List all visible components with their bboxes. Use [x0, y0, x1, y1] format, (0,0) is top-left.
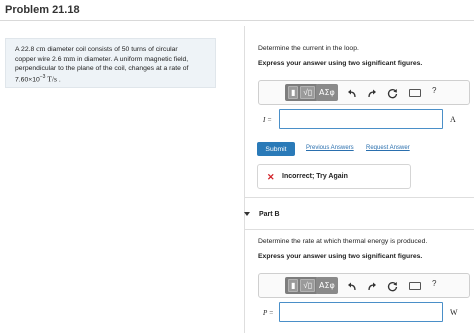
current-unit-label: A [450, 115, 456, 124]
feedback-box: ✕ Incorrect; Try Again [257, 164, 411, 189]
problem-line-3: perpendicular to the plane of the coil, … [15, 65, 189, 72]
template-button-group[interactable]: ▮ √▯ [285, 277, 319, 294]
template-icon[interactable]: ▮ [288, 279, 299, 292]
submit-button[interactable]: Submit [257, 142, 295, 156]
keyboard-icon[interactable] [409, 89, 421, 97]
power-variable-label: P = [263, 309, 274, 317]
column-divider [244, 26, 245, 333]
problem-line-2: copper wire 2.6 mm in diameter. A unifor… [15, 54, 189, 63]
title-divider [0, 20, 474, 21]
undo-arrow-icon[interactable] [345, 279, 359, 293]
part-b-divider-top [245, 197, 474, 198]
redo-arrow-icon[interactable] [365, 86, 379, 100]
power-unit-label: W [450, 308, 458, 317]
reset-icon[interactable] [385, 86, 399, 100]
part-b-instruction: Express your answer using two significan… [258, 253, 423, 260]
keyboard-icon[interactable] [409, 282, 421, 290]
problem-line-1: A 22.8 cm diameter coil consists of 50 t… [15, 44, 178, 53]
part-a-instruction: Express your answer using two significan… [258, 60, 423, 67]
feedback-text: Incorrect; Try Again [282, 173, 348, 180]
part-a-question: Determine the current in the loop. [258, 45, 359, 52]
help-icon[interactable]: ? [432, 86, 436, 95]
template-icon[interactable]: ▮ [288, 86, 299, 99]
sqrt-icon[interactable]: √▯ [300, 86, 316, 99]
help-icon[interactable]: ? [432, 279, 436, 288]
sqrt-icon[interactable]: √▯ [300, 279, 316, 292]
power-answer-input[interactable] [279, 302, 443, 322]
part-b-divider-bottom [245, 229, 474, 230]
current-variable-label: I = [263, 116, 272, 124]
problem-line-4: 7.60×10−3 T/s . [15, 74, 61, 84]
math-toolbar-a: ▮ √▯ ΑΣφ ? [258, 80, 470, 105]
collapse-caret-icon[interactable] [244, 212, 250, 216]
part-b-question: Determine the rate at which thermal ener… [258, 238, 428, 245]
greek-symbols-button[interactable]: ΑΣφ [316, 84, 338, 101]
reset-icon[interactable] [385, 279, 399, 293]
current-answer-input[interactable] [279, 109, 443, 129]
redo-arrow-icon[interactable] [365, 279, 379, 293]
problem-statement: A 22.8 cm diameter coil consists of 50 t… [5, 38, 216, 88]
math-toolbar-b: ▮ √▯ ΑΣφ ? [258, 273, 470, 298]
greek-symbols-button[interactable]: ΑΣφ [316, 277, 338, 294]
part-b-label[interactable]: Part B [259, 211, 280, 218]
problem-title: Problem 21.18 [5, 4, 80, 16]
template-button-group[interactable]: ▮ √▯ [285, 84, 319, 101]
previous-answers-link[interactable]: Previous Answers [306, 145, 354, 151]
request-answer-link[interactable]: Request Answer [366, 145, 410, 151]
incorrect-x-icon: ✕ [267, 172, 275, 182]
undo-arrow-icon[interactable] [345, 86, 359, 100]
